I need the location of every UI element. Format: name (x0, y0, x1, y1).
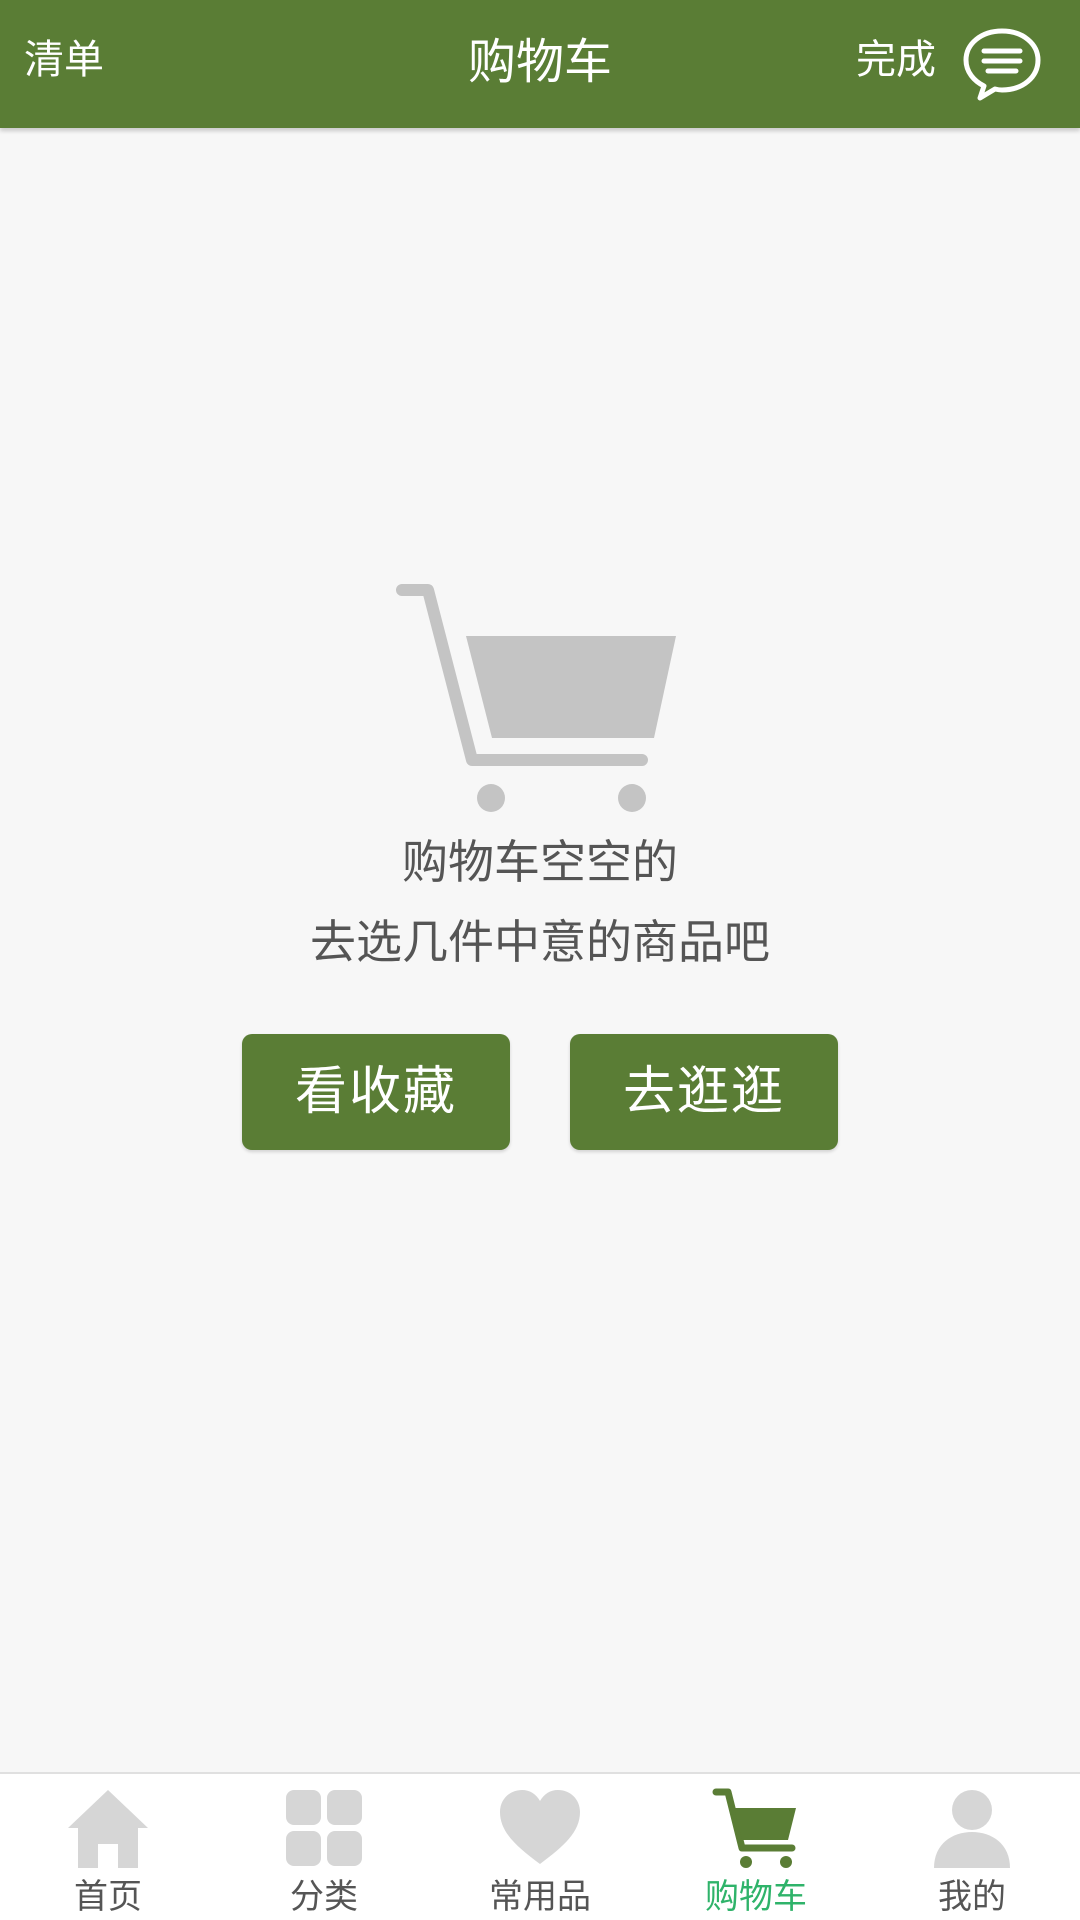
view-favorites-button[interactable]: 看收藏 (242, 1034, 510, 1150)
tab-category[interactable]: 分类 (216, 1774, 432, 1920)
cart-icon (712, 1788, 796, 1868)
heart-icon (500, 1790, 580, 1864)
bottom-tab-bar: 首页 分类 常用品 购物车 我的 (0, 1772, 1080, 1920)
shopping-cart-icon (396, 584, 676, 812)
category-grid-icon (286, 1790, 362, 1866)
chat-bubble-icon (963, 28, 1041, 101)
tab-frequent[interactable]: 常用品 (432, 1774, 648, 1920)
tab-label: 常用品 (489, 1877, 591, 1917)
tab-label: 我的 (938, 1877, 1006, 1917)
go-shopping-button[interactable]: 去逛逛 (570, 1034, 838, 1150)
empty-cart-hint: 去选几件中意的商品吧 (310, 915, 770, 969)
tab-label: 分类 (290, 1877, 358, 1917)
tab-home[interactable]: 首页 (0, 1774, 216, 1920)
done-button[interactable]: 完成 (856, 30, 936, 90)
message-button[interactable] (962, 26, 1042, 102)
top-bar: 清单 购物车 完成 (0, 0, 1080, 128)
tab-profile[interactable]: 我的 (864, 1774, 1080, 1920)
user-icon (934, 1790, 1010, 1868)
tab-label: 首页 (74, 1877, 142, 1917)
empty-cart-title: 购物车空空的 (402, 835, 678, 889)
home-icon (68, 1790, 148, 1868)
list-button[interactable]: 清单 (24, 30, 104, 90)
tab-label: 购物车 (705, 1877, 807, 1917)
tab-cart[interactable]: 购物车 (648, 1774, 864, 1920)
